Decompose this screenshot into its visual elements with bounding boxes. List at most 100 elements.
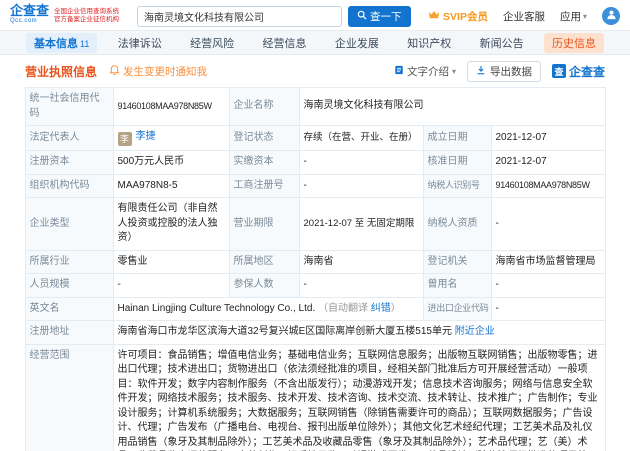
est-date-label: 成立日期 [422,125,492,151]
notify-change-label: 发生变更时通知我 [123,65,208,78]
download-icon [476,65,486,78]
legal-rep-avatar: 李 [117,132,132,146]
taxpayer-id-label: 纳税人识别号 [422,173,492,198]
legal-rep-link[interactable]: 李捷 [136,131,156,142]
staff-size-value: - [112,273,230,298]
reg-status-value: 存续（在营、开业、在册） [298,125,424,151]
taxpayer-quality-label: 纳税人资质 [422,197,492,251]
table-row: 注册地址 海南省海口市龙华区滨海大道32号复兴城E区国际离岸创新大厦五楼515单… [24,320,606,345]
business-term-label: 营业期限 [228,197,300,251]
export-button-label: 导出数据 [489,65,532,78]
paid-capital-label: 实缴资本 [228,150,300,175]
tab-basic-info-label: 基本信息 [34,37,78,50]
org-code-label: 组织机构代码 [24,173,114,198]
reg-no-label: 工商注册号 [228,173,300,198]
export-button[interactable]: 导出数据 [466,60,541,82]
correct-link[interactable]: 纠错 [371,303,391,314]
credit-code-value: 91460108MAA978N85W [112,87,230,126]
english-name-value: Hainan Lingjing Culture Technology Co., … [112,296,424,321]
tab-history[interactable]: 历史信息 [543,32,604,53]
search-icon [357,10,367,23]
tab-basic-info-badge: 11 [80,38,90,49]
search-bar: 查一下 [137,5,411,27]
legal-rep-label: 法定代表人 [24,125,114,151]
tab-legal[interactable]: 法律诉讼 [110,33,170,53]
company-type-value: 有限责任公司（非自然人投资或控股的法人独资） [112,197,230,251]
customer-service-label: 企业客服 [502,10,545,23]
table-row: 注册资本 500万元人民币 实缴资本 - 核准日期 2021-12-07 [24,150,606,175]
address-value: 海南省海口市龙华区滨海大道32号复兴城E区国际离岸创新大厦五楼515单元 附近企… [112,320,606,345]
insured-count-value: - [298,273,424,298]
staff-size-label: 人员规模 [24,273,114,298]
company-type-label: 企业类型 [24,197,114,251]
table-row: 企业类型 有限责任公司（非自然人投资或控股的法人独资） 营业期限 2021-12… [24,197,606,251]
bell-icon [109,64,120,79]
qcc-logo[interactable]: 企查查 Qcc.com [10,4,49,27]
auto-translate-note: （自动翻译 [318,302,369,314]
approval-date-value: 2021-12-07 [490,150,606,175]
text-intro-label: 文字介绍 [406,65,449,78]
qcc-watermark-label: 企查查 [568,64,605,79]
table-row: 组织机构代码 MAA978N8-5 工商注册号 - 纳税人识别号 9146010… [24,173,606,198]
text-intro-dropdown[interactable]: 文字介绍 ▾ [394,64,456,79]
top-header: 企查查 Qcc.com 全国企业信用查询系统 官方备案企业征信机构 查一下 SV… [0,0,630,30]
tab-news[interactable]: 新闻公告 [472,33,532,53]
reg-status-label: 登记状态 [228,125,300,151]
scope-label: 经营范围 [24,343,114,451]
slogan-line-2: 官方备案企业征信机构 [54,16,120,23]
chevron-down-icon: ▾ [451,66,456,76]
search-input[interactable] [137,5,343,27]
qcc-watermark-icon: 查 [551,64,566,78]
region-value: 海南省 [298,249,424,274]
ie-code-label: 进出口企业代码 [422,296,492,321]
table-row: 统一社会信用代码 91460108MAA978N85W 企业名称 海南灵境文化科… [24,87,606,126]
slogan-line-1: 全国企业信用查询系统 [54,8,120,15]
reg-no-value: - [298,173,424,198]
taxpayer-quality-value: - [490,197,606,251]
company-name-label: 企业名称 [228,87,300,126]
table-row: 所属行业 零售业 所属地区 海南省 登记机关 海南省市场监督管理局 [24,249,606,274]
notify-change-link[interactable]: 发生变更时通知我 [109,64,207,79]
apps-menu[interactable]: 应用 ▾ [560,9,587,24]
scope-value: 许可项目：食品销售；增值电信业务；基础电信业务；互联网信息服务；出版物互联网销售… [112,343,606,451]
tab-ip[interactable]: 知识产权 [399,33,459,53]
table-row: 法定代表人 李李捷 登记状态 存续（在营、开业、在册） 成立日期 2021-12… [24,125,606,151]
taxpayer-id-value: 91460108MAA978N85W [490,173,606,198]
tab-basic-info[interactable]: 基本信息 11 [26,32,98,53]
legal-rep-value: 李李捷 [112,125,230,151]
user-avatar[interactable] [602,7,620,25]
crown-icon [428,10,440,22]
approval-date-label: 核准日期 [422,150,492,175]
customer-service-link[interactable]: 企业客服 [503,9,545,24]
tab-operation[interactable]: 经营信息 [254,33,314,53]
address-text: 海南省海口市龙华区滨海大道32号复兴城E区国际离岸创新大厦五楼515单元 [117,326,452,337]
svip-link[interactable]: SVIP会员 [428,9,488,24]
section-actions: 文字介绍 ▾ 导出数据 查 企查查 [394,60,605,82]
company-name-value: 海南灵境文化科技有限公司 [298,87,606,126]
tab-risk[interactable]: 经营风险 [182,33,242,53]
table-row: 英文名 Hainan Lingjing Culture Technology C… [24,296,606,321]
english-name-label: 英文名 [24,296,114,321]
english-name-text: Hainan Lingjing Culture Technology Co., … [117,302,316,314]
header-right: SVIP会员 企业客服 应用 ▾ [428,7,620,25]
license-table: 统一社会信用代码 91460108MAA978N85W 企业名称 海南灵境文化科… [24,87,606,451]
search-button[interactable]: 查一下 [348,5,411,27]
region-label: 所属地区 [228,249,300,274]
apps-label: 应用 [559,10,581,23]
nearby-companies-link[interactable]: 附近企业 [455,326,495,337]
search-button-label: 查一下 [370,10,402,23]
business-term-value: 2021-12-07 至 无固定期限 [298,197,424,251]
section-title: 营业执照信息 [25,64,98,79]
reg-authority-value: 海南省市场监督管理局 [490,249,606,274]
reg-authority-label: 登记机关 [422,249,492,274]
text-intro-icon [394,65,404,78]
reg-capital-value: 500万元人民币 [112,150,230,175]
credit-code-label: 统一社会信用代码 [24,87,114,126]
former-name-value: - [490,273,606,298]
former-name-label: 曾用名 [422,273,492,298]
org-code-value: MAA978N8-5 [112,173,230,198]
est-date-value: 2021-12-07 [490,125,606,151]
industry-value: 零售业 [112,249,230,274]
address-label: 注册地址 [24,320,114,345]
tab-development[interactable]: 企业发展 [327,33,387,53]
